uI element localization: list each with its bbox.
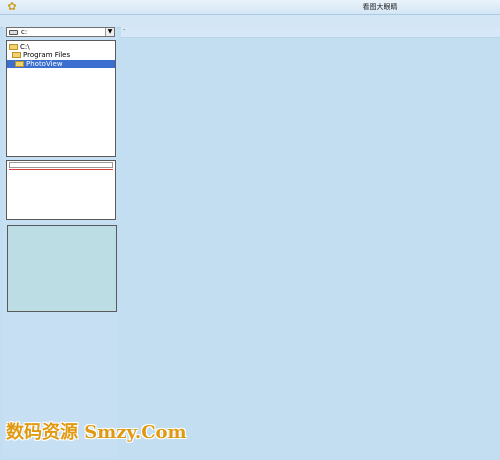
tree-item-c-drive[interactable]: C:\ xyxy=(7,43,115,51)
title-bar: ✿ 看图大眼睛 xyxy=(0,0,500,15)
main-view-header: - xyxy=(121,26,500,38)
file-list-filter-input[interactable] xyxy=(9,162,113,168)
file-list[interactable] xyxy=(6,160,116,220)
image-view-area[interactable] xyxy=(121,38,500,460)
tree-item-photoview[interactable]: PhotoView xyxy=(7,60,115,68)
thumbnail-preview xyxy=(7,225,117,312)
drive-icon xyxy=(9,30,18,35)
header-grip-icon: - xyxy=(123,26,126,34)
watermark: 数码资源 Smzy.Com xyxy=(6,422,187,443)
file-list-divider xyxy=(9,169,113,170)
chevron-down-icon[interactable]: ▼ xyxy=(105,28,114,36)
drive-select-value: c: xyxy=(21,28,28,36)
drive-select[interactable]: c: ▼ xyxy=(6,27,115,37)
tree-item-label: Program Files xyxy=(23,51,71,59)
tree-item-program-files[interactable]: Program Files xyxy=(7,51,115,59)
tree-item-label: C:\ xyxy=(20,43,30,51)
folder-tree[interactable]: C:\ Program Files PhotoView xyxy=(6,40,116,157)
folder-open-icon xyxy=(15,61,24,67)
folder-open-icon xyxy=(12,52,21,58)
left-panel: c: ▼ C:\ Program Files PhotoView xyxy=(3,27,117,457)
folder-open-icon xyxy=(9,44,18,50)
tree-item-label: PhotoView xyxy=(26,60,63,68)
window-title: 看图大眼睛 xyxy=(362,3,398,11)
